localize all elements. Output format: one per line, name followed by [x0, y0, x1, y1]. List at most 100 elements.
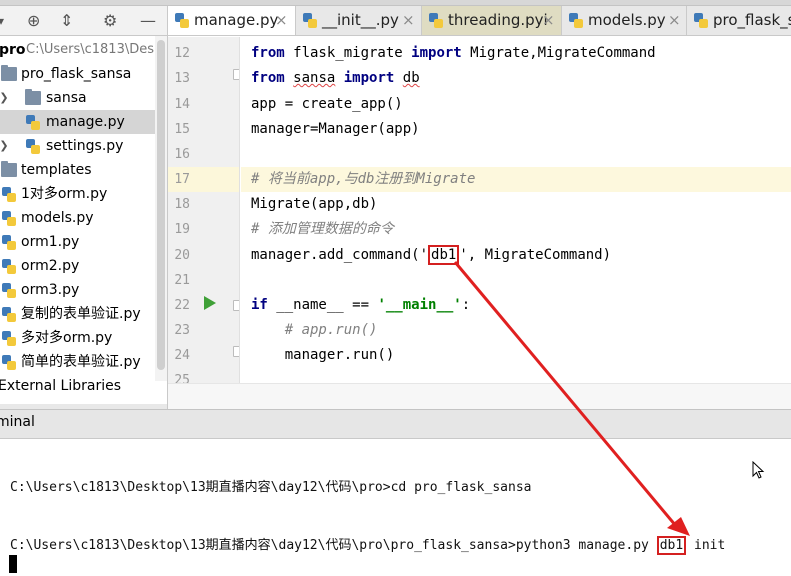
terminal-header: minal [0, 409, 791, 439]
tree-item-label: orm3.py [21, 282, 80, 298]
tree-item-label: manage.py [46, 114, 125, 130]
tab-pro-flask-sansa[interactable]: pro_flask_sa [687, 6, 791, 35]
line-number: 18 [174, 197, 190, 212]
code-line-19: # 添加管理数据的命令 [251, 221, 394, 237]
tree-item-file[interactable]: 简单的表单验证.py [0, 350, 167, 374]
line-number: 16 [174, 147, 190, 162]
fold-marker-icon[interactable] [233, 346, 239, 357]
tree-item-settings-py[interactable]: ❯ settings.py [0, 134, 167, 158]
code-line-23: # app.run() [251, 322, 378, 338]
tree-item-label: orm2.py [21, 258, 80, 274]
tree-root-path: C:\Users\c1813\Deskt [26, 42, 167, 57]
terminal-cursor [9, 555, 17, 573]
line-number: 14 [174, 97, 190, 112]
project-scrollbar[interactable] [155, 36, 167, 381]
tree-item-file[interactable]: 多对多orm.py [0, 326, 167, 350]
line-number: 22 [174, 298, 190, 313]
dropdown-arrow-icon[interactable]: ▾ [0, 11, 4, 31]
close-tab-icon[interactable]: × [402, 6, 415, 35]
code-line-24: manager.run() [251, 347, 395, 363]
project-panel: ▾ ⊕ ⇕ ⚙ — pro C:\Users\c1813\Deskt pro_f… [0, 6, 168, 409]
target-icon[interactable]: ⊕ [27, 11, 40, 31]
line-number: 13 [174, 71, 190, 86]
python-file-icon [26, 115, 42, 130]
collapse-all-icon[interactable]: ⇕ [60, 11, 73, 31]
mouse-pointer-icon [752, 461, 765, 479]
code-line-15: manager=Manager(app) [251, 121, 420, 137]
hide-panel-icon[interactable]: — [140, 11, 156, 31]
line-number: 24 [174, 348, 190, 363]
run-icon[interactable] [204, 296, 216, 310]
highlight-box-db1: db1 [428, 245, 460, 265]
tab-label: threading.pyi [448, 11, 548, 29]
tree-item-file[interactable]: orm2.py [0, 254, 167, 278]
code-line-22: if __name__ == '__main__': [251, 297, 471, 313]
terminal-output[interactable]: C:\Users\c1813\Desktop\13期直播内容\day12\代码\… [0, 439, 791, 576]
tree-item-external-libraries[interactable]: External Libraries [0, 374, 167, 398]
code-line-18: Migrate(app,db) [251, 196, 378, 212]
tree-item-file[interactable]: 复制的表单验证.py [0, 302, 167, 326]
code-editor[interactable]: from flask_migrate import Migrate,Migrat… [241, 37, 791, 383]
python-file-icon [694, 13, 709, 28]
tree-item-label: orm1.py [21, 234, 80, 250]
tree-item-label: sansa [46, 90, 87, 106]
python-file-icon [429, 13, 444, 28]
scrollbar-thumb[interactable] [157, 40, 165, 370]
project-toolbar: ▾ ⊕ ⇕ ⚙ — [0, 6, 167, 36]
code-line-14: app = create_app() [251, 96, 403, 112]
terminal-line: C:\Users\c1813\Desktop\13期直播内容\day12\代码\… [10, 536, 726, 555]
tree-item-manage-py[interactable]: manage.py [0, 110, 167, 134]
python-file-icon [2, 331, 18, 346]
line-number: 20 [174, 248, 190, 263]
folder-icon [25, 89, 41, 105]
editor-bottom-area [168, 383, 791, 409]
close-tab-icon[interactable]: × [275, 6, 288, 35]
tree-item-root[interactable]: pro C:\Users\c1813\Deskt [0, 38, 167, 62]
tree-item-label: templates [21, 162, 92, 178]
tree-item-label: 多对多orm.py [21, 330, 113, 346]
tree-item-file[interactable]: orm1.py [0, 230, 167, 254]
line-number: 21 [174, 273, 190, 288]
tree-item-file[interactable]: orm3.py [0, 278, 167, 302]
tree-item-label: 简单的表单验证.py [21, 354, 141, 370]
tab-models-py[interactable]: models.py × [562, 6, 687, 35]
python-file-icon [2, 259, 18, 274]
chevron-right-icon[interactable]: ❯ [0, 134, 9, 158]
tree-item-label: pro_flask_sansa [21, 66, 132, 82]
code-line-13: from sansa import db [251, 70, 420, 86]
folder-icon [1, 161, 17, 177]
close-tab-icon[interactable]: × [542, 6, 555, 35]
editor-gutter: 12 13 14 15 16 17 18 19 20 21 22 23 24 2… [168, 37, 240, 383]
settings-gear-icon[interactable]: ⚙ [103, 11, 117, 31]
fold-marker-icon[interactable] [233, 300, 239, 311]
python-file-icon [2, 355, 18, 370]
tree-item-label: models.py [21, 210, 94, 226]
tab-label: __init__.py [322, 11, 399, 29]
tree-item-label: External Libraries [0, 378, 121, 394]
code-line-12: from flask_migrate import Migrate,Migrat… [251, 45, 656, 61]
tree-item-file[interactable]: models.py [0, 206, 167, 230]
tree-item-templates[interactable]: templates [0, 158, 167, 182]
tree-item-label: 1对多orm.py [21, 186, 108, 202]
python-file-icon [26, 139, 42, 154]
python-file-icon [2, 187, 18, 202]
highlight-box-db1-terminal: db1 [656, 536, 687, 555]
chevron-right-icon[interactable]: ❯ [0, 86, 9, 110]
tab-manage-py[interactable]: manage.py × [168, 6, 296, 35]
tree-item-file[interactable]: 1对多orm.py [0, 182, 167, 206]
tree-item-pro-flask-sansa[interactable]: pro_flask_sansa [0, 62, 167, 86]
close-tab-icon[interactable]: × [668, 6, 681, 35]
tab-threading-pyi[interactable]: threading.pyi × [422, 6, 562, 35]
tree-item-sansa[interactable]: ❯ sansa [0, 86, 167, 110]
tab-init-py[interactable]: __init__.py × [296, 6, 422, 35]
line-number: 15 [174, 122, 190, 137]
terminal-title: minal [0, 414, 35, 430]
line-number: 12 [174, 46, 190, 61]
line-number: 17 [174, 172, 190, 187]
python-file-icon [2, 211, 18, 226]
tree-item-label: 复制的表单验证.py [21, 306, 141, 322]
fold-marker-icon[interactable] [233, 69, 239, 80]
code-line-17: # 将当前app,与db注册到Migrate [251, 171, 476, 187]
tree-item-label: settings.py [46, 138, 124, 154]
python-file-icon [2, 235, 18, 250]
